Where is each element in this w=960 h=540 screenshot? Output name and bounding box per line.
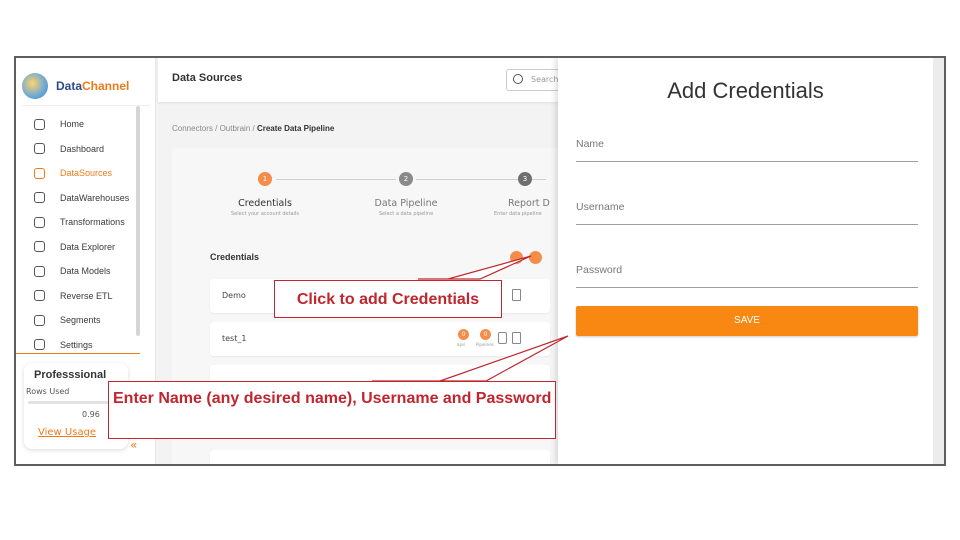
edit-icon[interactable] bbox=[498, 332, 507, 344]
plan-name: Professsional bbox=[34, 369, 107, 381]
logo[interactable]: DataChannel bbox=[22, 66, 150, 106]
search-icon bbox=[513, 74, 523, 84]
sidebar-item-data-models[interactable]: Data Models bbox=[16, 259, 152, 284]
home-icon bbox=[34, 118, 45, 130]
reverse-etl-icon bbox=[34, 290, 45, 302]
username-field-placeholder: Username bbox=[576, 201, 625, 213]
sidebar-item-label: Segments bbox=[60, 315, 101, 326]
sidebar-item-label: DataWarehouses bbox=[60, 192, 130, 203]
step-sub: Select your account details bbox=[230, 211, 299, 217]
sidebar-item-datasources[interactable]: DataSources bbox=[16, 161, 152, 186]
step-number: 3 bbox=[518, 172, 532, 186]
search-input[interactable]: Search bbox=[506, 69, 566, 91]
collapse-sidebar-icon[interactable]: « bbox=[130, 438, 137, 452]
settings-icon bbox=[34, 339, 45, 351]
callout-add-credentials: Click to add Credentials bbox=[274, 280, 502, 318]
dashboard-icon bbox=[34, 143, 45, 155]
step-label: Credentials bbox=[238, 198, 292, 209]
step-label: Report D bbox=[508, 198, 550, 209]
sidebar-item-label: Home bbox=[60, 119, 85, 130]
apis-count-badge: 0 bbox=[458, 329, 469, 340]
username-field[interactable]: Username bbox=[576, 201, 918, 225]
sidebar-item-dashboard[interactable]: Dashboard bbox=[16, 137, 152, 162]
sidebar-item-datawarehouses[interactable]: DataWarehouses bbox=[16, 186, 152, 211]
callout-enter-details: Enter Name (any desired name), Username … bbox=[108, 381, 556, 439]
sidebar-item-data-explorer[interactable]: Data Explorer bbox=[16, 235, 152, 260]
step-credentials[interactable]: 1 Credentials Select your account detail… bbox=[210, 172, 320, 217]
rows-used-value: 0.96 bbox=[82, 410, 100, 419]
step-label: Data Pipeline bbox=[374, 198, 438, 209]
sidebar-item-label: DataSources bbox=[60, 168, 113, 179]
add-credentials-drawer: Add Credentials Name Username Password S… bbox=[558, 58, 933, 464]
sidebar-item-label: Reverse ETL bbox=[60, 290, 113, 301]
data-models-icon bbox=[34, 265, 45, 277]
page-scrollbar[interactable] bbox=[933, 58, 944, 464]
breadcrumb: Connectors / Outbrain / Create Data Pipe… bbox=[172, 124, 334, 133]
datachannel-logo-icon bbox=[22, 72, 48, 99]
brand-name: DataChannel bbox=[56, 78, 130, 93]
save-button[interactable]: SAVE bbox=[576, 306, 918, 336]
password-field-placeholder: Password bbox=[576, 264, 623, 276]
search-placeholder: Search bbox=[531, 75, 559, 84]
pipelines-count-badge: 0 bbox=[480, 329, 491, 340]
rows-used-label: Rows Used bbox=[26, 387, 70, 396]
step-sub: Enter data pipeline bbox=[494, 211, 542, 217]
password-field[interactable]: Password bbox=[576, 264, 918, 288]
sidebar-item-label: Data Models bbox=[60, 266, 111, 277]
step-sub: Select a data pipeline bbox=[378, 211, 434, 217]
step-number: 2 bbox=[399, 172, 413, 186]
datawarehouses-icon bbox=[34, 192, 45, 204]
page-title: Data Sources bbox=[172, 72, 243, 84]
sidebar-divider bbox=[16, 353, 140, 354]
breadcrumb-current: Create Data Pipeline bbox=[256, 124, 335, 133]
step-report[interactable]: 3 Report D Enter data pipeline bbox=[492, 172, 558, 217]
data-explorer-icon bbox=[34, 241, 45, 253]
credential-row[interactable]: test_1 0 apis 0 Pipelines bbox=[210, 322, 550, 356]
sidebar-item-label: Settings bbox=[60, 339, 93, 350]
apis-label: apis bbox=[457, 342, 466, 347]
step-number: 1 bbox=[258, 172, 272, 186]
drawer-title: Add Credentials bbox=[667, 78, 824, 103]
sidebar-item-label: Dashboard bbox=[60, 143, 105, 154]
sidebar-item-segments[interactable]: Segments bbox=[16, 308, 152, 333]
refresh-credentials-icon[interactable] bbox=[510, 251, 523, 264]
credential-name: Demo bbox=[222, 291, 246, 300]
sidebar-item-label: Transformations bbox=[60, 217, 125, 228]
sidebar-item-reverse-etl[interactable]: Reverse ETL bbox=[16, 284, 152, 309]
credentials-heading: Credentials bbox=[210, 252, 260, 262]
pipelines-label: Pipelines bbox=[476, 342, 494, 347]
credential-name: test_1 bbox=[222, 334, 247, 343]
transformations-icon bbox=[34, 216, 45, 228]
name-field-placeholder: Name bbox=[576, 138, 605, 150]
step-data-pipeline[interactable]: 2 Data Pipeline Select a data pipeline bbox=[351, 172, 461, 217]
datasources-icon bbox=[34, 167, 45, 179]
sidebar-item-transformations[interactable]: Transformations bbox=[16, 210, 152, 235]
sidebar-nav: Home Dashboard DataSources DataWarehouse… bbox=[16, 112, 152, 357]
delete-icon[interactable] bbox=[512, 332, 521, 344]
add-credentials-button[interactable] bbox=[529, 251, 542, 264]
segments-icon bbox=[34, 314, 45, 326]
view-usage-link[interactable]: View Usage bbox=[38, 427, 96, 438]
sidebar-item-label: Data Explorer bbox=[60, 241, 116, 252]
name-field[interactable]: Name bbox=[576, 138, 918, 162]
delete-icon[interactable] bbox=[512, 289, 521, 301]
sidebar-item-home[interactable]: Home bbox=[16, 112, 152, 137]
breadcrumb-path[interactable]: Connectors / Outbrain / bbox=[172, 124, 257, 133]
credential-row[interactable] bbox=[210, 450, 550, 464]
